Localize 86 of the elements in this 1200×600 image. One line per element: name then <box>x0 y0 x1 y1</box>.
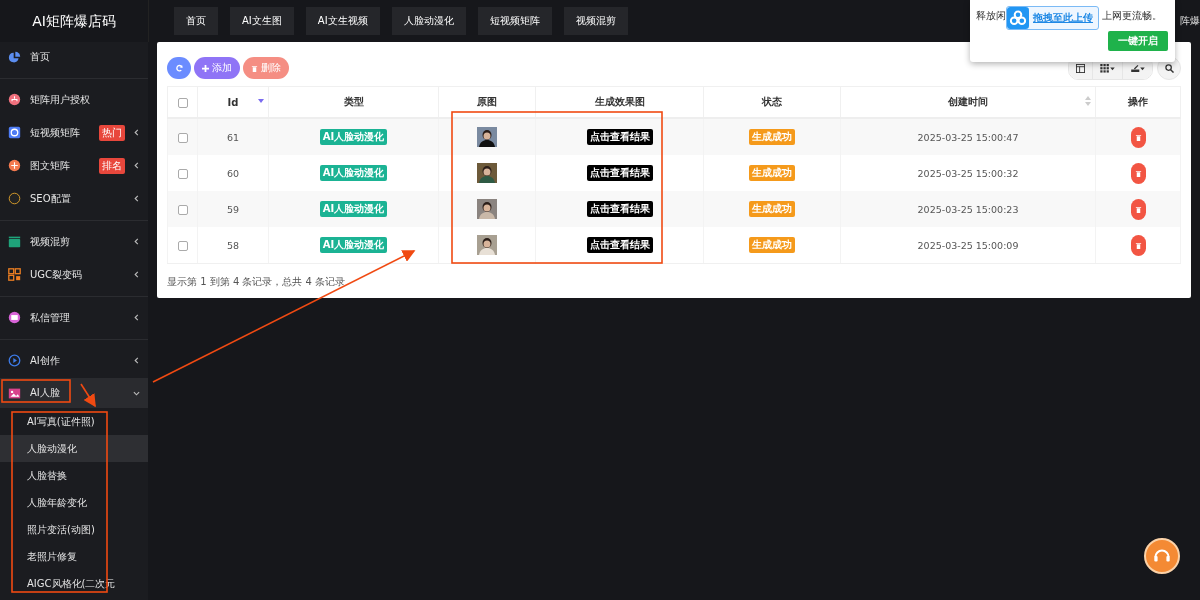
sort-icon <box>1085 96 1091 106</box>
sidebar-item[interactable]: AI创作 <box>0 344 148 377</box>
table-cell: 2025-03-25 15:00:09 <box>840 227 1096 264</box>
submenu-item[interactable]: AI写真(证件照) <box>0 408 148 435</box>
delete-row-button[interactable] <box>1130 162 1146 184</box>
popup-text: 上网更流畅。 <box>1102 9 1162 23</box>
sort-down-icon <box>258 99 264 103</box>
delete-row-button[interactable] <box>1130 234 1146 256</box>
type-tag: AI人脸动漫化 <box>319 165 388 181</box>
row-checkbox[interactable] <box>177 204 188 215</box>
status-tag: 生成成功 <box>749 165 795 181</box>
header-text: 阵爆 <box>1180 14 1200 28</box>
image-icon <box>8 386 21 400</box>
popup-text: 释放闲 <box>976 9 1006 23</box>
annotation-arrow <box>80 383 96 408</box>
search-icon <box>1164 63 1174 73</box>
annotation-box <box>1 379 71 403</box>
sidebar-item[interactable]: 图文矩阵 排名 <box>0 149 148 182</box>
qr-icon <box>8 268 21 281</box>
chevron-left-icon <box>133 238 140 245</box>
submenu-item[interactable]: 人脸替换 <box>0 462 148 489</box>
support-button[interactable] <box>1144 538 1180 574</box>
chevron-left-icon <box>133 271 140 278</box>
add-button[interactable]: 添加 <box>194 57 240 79</box>
row-checkbox[interactable] <box>177 168 188 179</box>
sidebar-item[interactable]: UGC裂变码 <box>0 258 148 291</box>
row-checkbox[interactable] <box>177 132 188 143</box>
trash-icon <box>1134 133 1142 141</box>
nav-tab[interactable]: AI文生图 <box>230 7 294 35</box>
submenu-item[interactable]: 照片变活(动图) <box>0 516 148 543</box>
select-all-checkbox[interactable] <box>177 97 188 108</box>
row-checkbox[interactable] <box>177 240 188 251</box>
status-tag: 生成成功 <box>749 129 795 145</box>
sidebar-item[interactable]: 矩阵用户授权 <box>0 83 148 116</box>
view-result-link[interactable]: 点击查看结果 <box>586 237 653 253</box>
table-cell: 61 <box>197 118 269 155</box>
chevron-left-icon <box>133 162 140 169</box>
pie-icon <box>8 50 21 64</box>
sidebar-item[interactable]: 首页 <box>0 42 148 72</box>
badge: 热门 <box>99 124 125 141</box>
delete-row-button[interactable] <box>1130 126 1146 148</box>
nav-tab[interactable]: 首页 <box>174 7 218 35</box>
type-tag: AI人脸动漫化 <box>319 237 388 253</box>
sidebar-item[interactable]: 短视频矩阵 热门 <box>0 116 148 149</box>
sidebar-item[interactable]: 视频混剪 <box>0 225 148 258</box>
table-icon <box>1076 63 1085 73</box>
trash-icon <box>1134 169 1142 177</box>
cloud-icon <box>1007 7 1029 29</box>
type-tag: AI人脸动漫化 <box>319 129 388 145</box>
nav-tab[interactable]: 人脸动漫化 <box>391 7 466 35</box>
status-tag: 生成成功 <box>749 201 795 217</box>
chevron-left-icon <box>133 195 140 202</box>
trash-icon <box>251 64 258 72</box>
table-cell: 2025-03-25 15:00:47 <box>840 118 1096 155</box>
badge: 排名 <box>99 157 125 174</box>
chevron-down-icon <box>133 389 140 397</box>
square-icon <box>8 126 21 139</box>
view-result-link[interactable]: 点击查看结果 <box>586 129 653 145</box>
chevron-left-icon <box>133 129 140 136</box>
submenu-item[interactable]: 老照片修复 <box>0 543 148 570</box>
trash-icon <box>1134 205 1142 213</box>
nav-tab[interactable]: AI文生视频 <box>305 7 380 35</box>
chevron-left-icon <box>133 357 140 364</box>
nav-tab[interactable]: 短视频矩阵 <box>477 7 552 35</box>
pagination-summary: 显示第 1 到第 4 条记录，总共 4 条记录 <box>167 275 347 289</box>
export-icon <box>1130 63 1145 73</box>
view-result-link[interactable]: 点击查看结果 <box>586 165 653 181</box>
nav-tab[interactable]: 视频混剪 <box>563 7 628 35</box>
submenu-item[interactable]: 人脸年龄变化 <box>0 489 148 516</box>
table-cell: 59 <box>197 191 269 227</box>
upload-chip[interactable]: 拖拽至此上传 <box>1006 6 1099 30</box>
status-tag: 生成成功 <box>749 237 795 253</box>
type-tag: AI人脸动漫化 <box>319 201 388 217</box>
sidebar-item[interactable]: SEO配置 <box>0 182 148 215</box>
delete-row-button[interactable] <box>1130 198 1146 220</box>
sidebar-item[interactable]: 私信管理 <box>0 301 148 334</box>
table-cell: 2025-03-25 15:00:23 <box>840 191 1096 227</box>
plus-icon <box>202 64 209 72</box>
table-cell: 58 <box>197 227 269 264</box>
refresh-icon <box>174 63 184 73</box>
view-result-link[interactable]: 点击查看结果 <box>586 201 653 217</box>
play-icon <box>8 354 21 367</box>
submenu-item[interactable]: 人脸动漫化 <box>0 435 148 462</box>
trash-icon <box>1134 241 1142 249</box>
refresh-button[interactable] <box>167 57 191 79</box>
chevron-left-icon <box>133 314 140 321</box>
